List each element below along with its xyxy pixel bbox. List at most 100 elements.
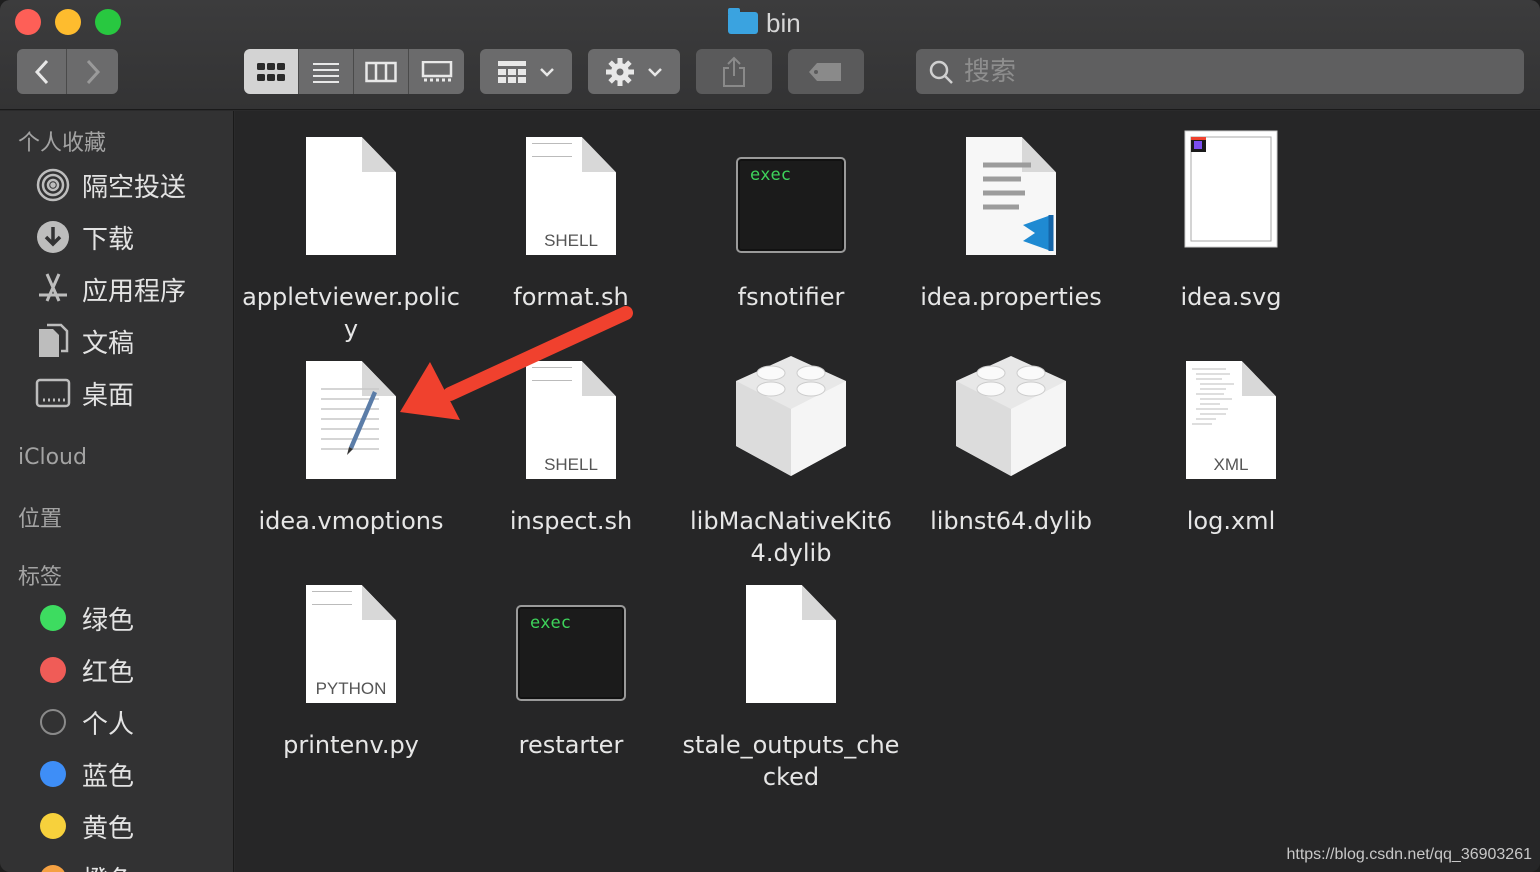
- terminal-exec-icon: exec: [511, 575, 631, 705]
- window-title: bin: [728, 8, 801, 38]
- file-item[interactable]: exec restarter: [461, 575, 681, 795]
- file-name: restarter: [518, 731, 624, 759]
- sidebar-item-label: 橙色: [82, 860, 134, 872]
- file-item[interactable]: XML log.xml: [1121, 351, 1341, 571]
- group-button[interactable]: [480, 49, 572, 94]
- sidebar-tag-green[interactable]: 绿色: [34, 598, 134, 638]
- sidebar-item-label: 红色: [82, 657, 135, 688]
- icon-grid-icon: [257, 62, 285, 81]
- favorites-header: 个人收藏: [18, 131, 107, 156]
- sidebar-item-label: 蓝色: [82, 761, 135, 792]
- gallery-view-button[interactable]: [409, 49, 464, 94]
- file-item[interactable]: SHELL format.sh: [461, 127, 681, 347]
- gallery-icon: [421, 60, 452, 81]
- sidebar-item-label: 个人: [82, 709, 135, 740]
- search-icon: [929, 60, 953, 84]
- close-button[interactable]: [15, 9, 41, 35]
- dylib-lego-icon: [951, 351, 1071, 481]
- file-item[interactable]: idea.vmoptions: [241, 351, 461, 571]
- sidebar-tag-yellow[interactable]: 黄色: [34, 806, 134, 846]
- blue-tag-dot: [40, 761, 66, 787]
- share-icon: [723, 56, 745, 87]
- sidebar-item-airdrop[interactable]: 隔空投送: [34, 165, 186, 205]
- red-tag-dot: [40, 657, 66, 683]
- sidebar-item-label: 下载: [82, 224, 135, 255]
- orange-tag-dot: [40, 865, 66, 872]
- list-view-button[interactable]: [299, 49, 354, 94]
- xml-document-icon: XML: [1171, 351, 1291, 481]
- dylib-lego-icon: [731, 351, 851, 481]
- file-item[interactable]: libMacNativeKit6 4.dylib: [681, 351, 901, 571]
- search-input[interactable]: [964, 56, 1504, 87]
- file-item[interactable]: stale_outputs_che cked: [681, 575, 901, 795]
- watermark: https://blog.csdn.net/qq_36903261: [1286, 846, 1532, 863]
- minimize-button[interactable]: [55, 9, 81, 35]
- file-name: idea.properties: [920, 283, 1102, 311]
- file-name: appletviewer.polic y: [242, 283, 460, 343]
- file-item[interactable]: exec fsnotifier: [681, 127, 901, 347]
- sidebar-tag-red[interactable]: 红色: [34, 650, 134, 690]
- documents-icon: [34, 322, 72, 360]
- file-item[interactable]: PYTHON printenv.py: [241, 575, 461, 795]
- action-button[interactable]: [588, 49, 680, 94]
- icloud-header[interactable]: iCloud: [18, 445, 87, 470]
- back-button[interactable]: [17, 49, 67, 94]
- green-tag-dot: [40, 605, 66, 631]
- sidebar-item-desktop[interactable]: 桌面: [34, 373, 134, 413]
- file-item[interactable]: libnst64.dylib: [901, 351, 1121, 571]
- file-item[interactable]: idea.properties: [901, 127, 1121, 347]
- chevron-left-icon: [34, 59, 48, 84]
- shell-script-icon: SHELL: [511, 127, 631, 257]
- columns-icon: [365, 61, 397, 82]
- locations-header[interactable]: 位置: [18, 501, 62, 533]
- window-title-text: bin: [766, 7, 801, 38]
- empty-tag-dot: [40, 709, 66, 735]
- blank-document-icon: [731, 575, 851, 705]
- tags-header[interactable]: 标签: [18, 559, 62, 591]
- file-kind-badge: XML: [1213, 455, 1249, 474]
- yellow-tag-dot: [40, 813, 66, 839]
- chevron-down-icon: [648, 67, 662, 77]
- sidebar-tag-orange[interactable]: 橙色: [34, 858, 134, 872]
- shell-script-icon: SHELL: [511, 351, 631, 481]
- file-item[interactable]: idea.svg: [1121, 127, 1341, 347]
- file-grid: appletviewer.polic y SHELL format.sh exe…: [235, 111, 1540, 872]
- file-name: fsnotifier: [737, 283, 845, 311]
- toolbar: bin: [0, 0, 1540, 110]
- sidebar-item-downloads[interactable]: 下载: [34, 217, 134, 257]
- search-field[interactable]: [916, 49, 1524, 94]
- maximize-button[interactable]: [95, 9, 121, 35]
- sidebar-tag-personal[interactable]: 个人: [34, 702, 134, 742]
- chevron-right-icon: [86, 59, 100, 84]
- group-grid-icon: [498, 60, 526, 83]
- icon-view-button[interactable]: [244, 49, 299, 94]
- terminal-exec-icon: exec: [731, 127, 851, 257]
- gear-icon: [606, 57, 634, 86]
- exec-label: exec: [530, 613, 571, 633]
- file-item[interactable]: SHELL inspect.sh: [461, 351, 681, 571]
- file-kind-badge: SHELL: [544, 231, 598, 250]
- sidebar-item-label: 黄色: [82, 813, 135, 844]
- file-kind-badge: PYTHON: [315, 679, 387, 698]
- sidebar-item-documents[interactable]: 文稿: [34, 321, 134, 361]
- sidebar-item-applications[interactable]: 应用程序: [34, 269, 186, 309]
- file-item[interactable]: appletviewer.polic y: [241, 127, 461, 347]
- list-icon: [313, 62, 339, 83]
- sidebar: 个人收藏 隔空投送 下载 应用程序 文稿 桌面 iCloud 位置 标签 绿色 …: [0, 111, 234, 872]
- sidebar-item-label: 绿色: [82, 605, 135, 636]
- exec-label: exec: [750, 165, 791, 185]
- share-button[interactable]: [696, 49, 772, 94]
- tag-icon: [809, 62, 841, 81]
- file-kind-badge: SHELL: [544, 455, 598, 474]
- column-view-button[interactable]: [354, 49, 409, 94]
- forward-button[interactable]: [67, 49, 118, 94]
- sidebar-item-label: 隔空投送: [82, 172, 187, 203]
- textedit-document-icon: [291, 351, 411, 481]
- file-name: idea.vmoptions: [258, 507, 444, 535]
- tag-button[interactable]: [788, 49, 864, 94]
- airdrop-icon: [34, 166, 72, 204]
- svg-preview-icon: [1171, 127, 1291, 257]
- sidebar-tag-blue[interactable]: 蓝色: [34, 754, 134, 794]
- file-name: printenv.py: [283, 731, 419, 759]
- chevron-down-icon: [540, 67, 554, 77]
